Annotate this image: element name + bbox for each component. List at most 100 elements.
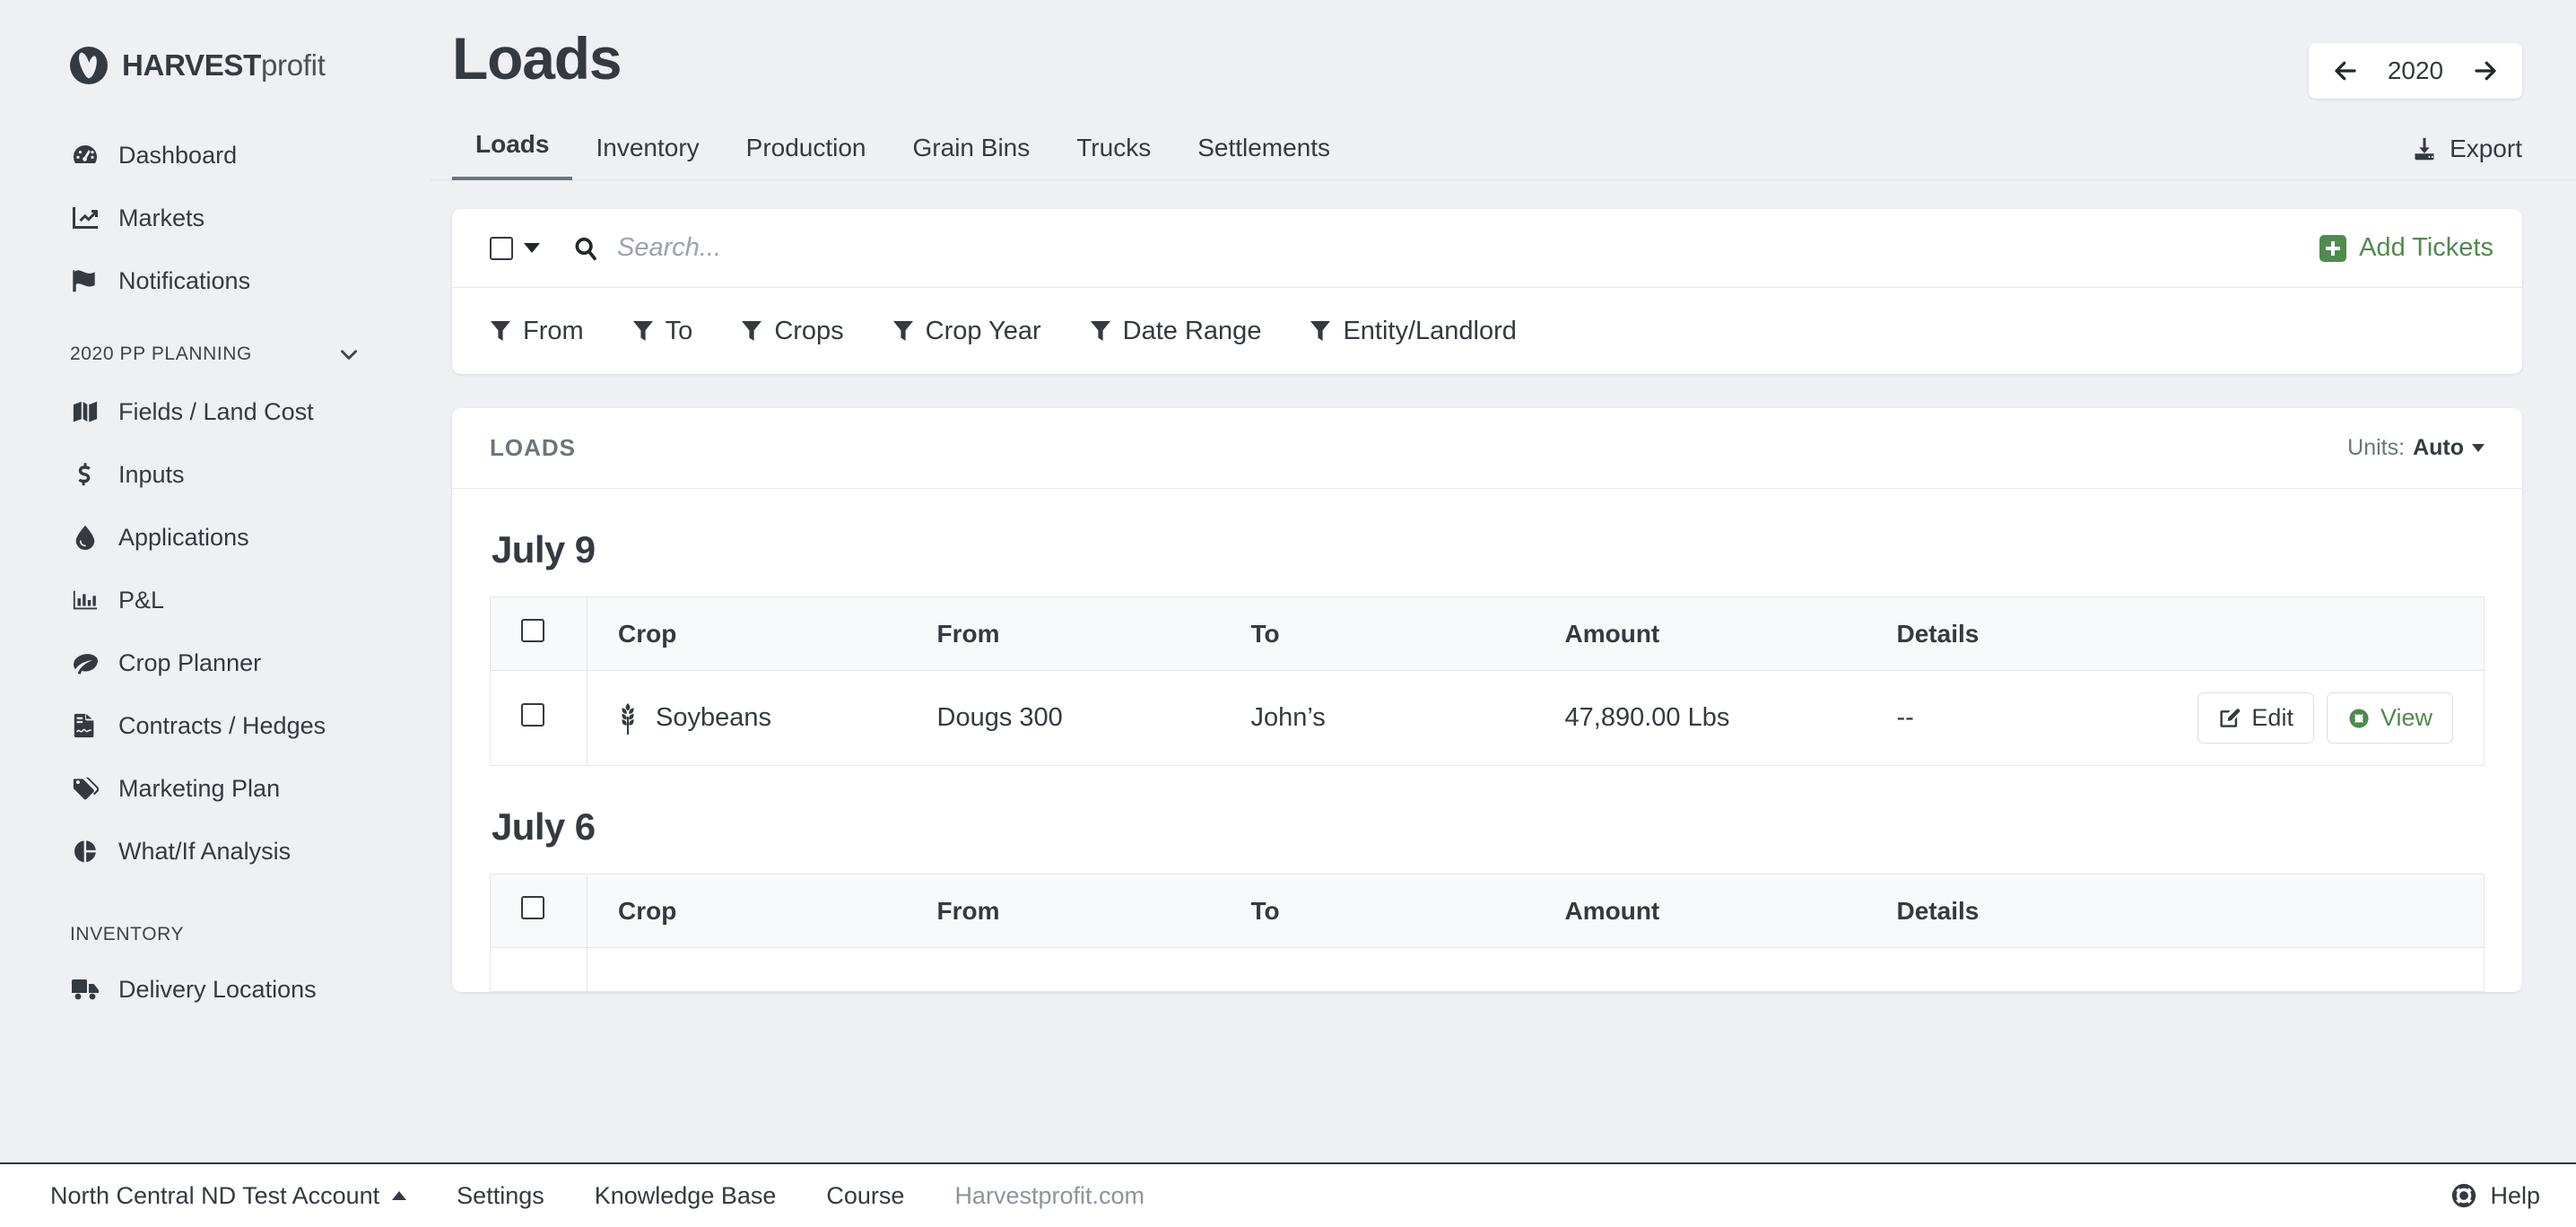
tab-grain-bins[interactable]: Grain Bins bbox=[890, 134, 1054, 180]
column-header-to: To bbox=[1251, 875, 1565, 948]
sidebar-item-label: P&L bbox=[118, 587, 164, 614]
filter-label: Crops bbox=[774, 317, 843, 346]
tab-loads[interactable]: Loads bbox=[452, 130, 572, 180]
loads-card: LOADS Units: Auto July 9 C bbox=[452, 408, 2522, 992]
column-header-amount: Amount bbox=[1565, 597, 1897, 671]
column-header-from: From bbox=[937, 597, 1251, 671]
pie-chart-icon bbox=[70, 836, 100, 866]
sidebar-item-fields-land-cost[interactable]: Fields / Land Cost bbox=[0, 380, 431, 443]
page-title: Loads bbox=[452, 25, 621, 93]
caret-down-icon bbox=[2472, 444, 2485, 452]
loads-table: Crop From To Amount Details bbox=[490, 874, 2485, 992]
select-all-dropdown[interactable] bbox=[490, 237, 540, 260]
checkbox-icon[interactable] bbox=[521, 619, 544, 642]
sidebar-item-pl[interactable]: P&L bbox=[0, 569, 431, 631]
arrow-right-icon[interactable] bbox=[2458, 44, 2513, 98]
filter-to[interactable]: To bbox=[632, 317, 693, 346]
sidebar-section-planning[interactable]: 2020 PP PLANNING bbox=[0, 312, 431, 380]
cell-amount bbox=[1565, 948, 1897, 992]
column-header-actions bbox=[2184, 875, 2485, 948]
footer-link-knowledge-base[interactable]: Knowledge Base bbox=[595, 1182, 777, 1210]
filter-icon bbox=[741, 319, 762, 343]
table-header-row: Crop From To Amount Details bbox=[491, 597, 2485, 671]
export-button[interactable]: Export bbox=[2412, 135, 2522, 179]
checkbox-icon[interactable] bbox=[521, 703, 544, 727]
sidebar-section-title: INVENTORY bbox=[70, 924, 184, 945]
droplet-icon bbox=[70, 522, 100, 553]
caret-down-icon bbox=[524, 243, 540, 253]
sidebar-item-crop-planner[interactable]: Crop Planner bbox=[0, 631, 431, 694]
day-group: July 6 Crop From To Amount Details bbox=[452, 766, 2522, 992]
account-switcher[interactable]: North Central ND Test Account bbox=[50, 1182, 406, 1210]
filter-label: To bbox=[666, 317, 693, 346]
table-row[interactable]: Soybeans Dougs 300 John’s 47,890.00 Lbs … bbox=[491, 671, 2485, 766]
column-header-amount: Amount bbox=[1565, 875, 1897, 948]
sidebar-item-applications[interactable]: Applications bbox=[0, 506, 431, 569]
filter-crops[interactable]: Crops bbox=[741, 317, 843, 346]
export-label: Export bbox=[2450, 135, 2522, 163]
checkbox-icon[interactable] bbox=[490, 237, 513, 260]
sidebar: HARVESTprofit Dashboard Markets N bbox=[0, 0, 431, 1227]
filter-icon bbox=[1310, 319, 1331, 343]
filter-crop-year[interactable]: Crop Year bbox=[892, 317, 1041, 346]
caret-up-icon bbox=[392, 1191, 406, 1200]
filter-date-range[interactable]: Date Range bbox=[1090, 317, 1262, 346]
crop-name: Soybeans bbox=[656, 703, 771, 733]
sidebar-item-dashboard[interactable]: Dashboard bbox=[0, 124, 431, 187]
edit-button[interactable]: Edit bbox=[2197, 692, 2314, 744]
plus-square-icon bbox=[2319, 235, 2346, 262]
table-header-row: Crop From To Amount Details bbox=[491, 875, 2485, 948]
view-label: View bbox=[2380, 704, 2432, 732]
search-icon bbox=[572, 235, 599, 262]
arrow-left-icon[interactable] bbox=[2318, 44, 2373, 98]
sidebar-item-label: Crop Planner bbox=[118, 649, 261, 677]
filter-row: From To Crops Crop Year Date Range bbox=[452, 288, 2522, 374]
tab-production[interactable]: Production bbox=[723, 134, 890, 180]
filter-label: From bbox=[523, 317, 584, 346]
sidebar-item-label: Dashboard bbox=[118, 142, 237, 170]
loads-panel-title: LOADS bbox=[490, 434, 576, 462]
add-tickets-button[interactable]: Add Tickets bbox=[2319, 233, 2493, 263]
view-button[interactable]: View bbox=[2327, 692, 2453, 744]
flag-icon bbox=[70, 265, 100, 296]
help-button[interactable]: Help bbox=[2450, 1182, 2540, 1210]
table-row[interactable] bbox=[491, 948, 2485, 992]
column-header-to: To bbox=[1251, 597, 1565, 671]
sidebar-item-notifications[interactable]: Notifications bbox=[0, 249, 431, 312]
brand-logo[interactable]: HARVESTprofit bbox=[0, 0, 431, 84]
sidebar-item-inputs[interactable]: Inputs bbox=[0, 443, 431, 506]
table-body: Soybeans Dougs 300 John’s 47,890.00 Lbs … bbox=[491, 671, 2485, 766]
sidebar-item-marketing-plan[interactable]: Marketing Plan bbox=[0, 757, 431, 820]
wheat-icon bbox=[618, 702, 638, 735]
sidebar-item-markets[interactable]: Markets bbox=[0, 187, 431, 249]
column-header-details: Details bbox=[1897, 597, 2184, 671]
tab-inventory[interactable]: Inventory bbox=[572, 134, 722, 180]
sidebar-item-delivery-locations[interactable]: Delivery Locations bbox=[0, 958, 431, 1021]
footer-link-settings[interactable]: Settings bbox=[457, 1182, 544, 1210]
life-ring-icon bbox=[2450, 1182, 2477, 1209]
footer-link-harvestprofit[interactable]: Harvestprofit.com bbox=[954, 1182, 1144, 1210]
dollar-icon bbox=[70, 459, 100, 490]
units-dropdown[interactable]: Units: Auto bbox=[2347, 435, 2485, 461]
search-row: Add Tickets bbox=[452, 209, 2522, 288]
map-icon bbox=[70, 396, 100, 427]
cell-amount: 47,890.00 Lbs bbox=[1565, 671, 1897, 766]
sidebar-item-contracts-hedges[interactable]: Contracts / Hedges bbox=[0, 694, 431, 757]
brand-name-bold: HARVEST bbox=[122, 48, 261, 82]
cell-details bbox=[1897, 948, 2184, 992]
filter-entity-landlord[interactable]: Entity/Landlord bbox=[1310, 317, 1516, 346]
brand-name-light: profit bbox=[261, 48, 326, 82]
row-select-cell bbox=[491, 671, 587, 766]
sidebar-top-nav: Dashboard Markets Notifications bbox=[0, 124, 431, 312]
filter-from[interactable]: From bbox=[490, 317, 584, 346]
tab-trucks[interactable]: Trucks bbox=[1053, 134, 1174, 180]
footer-bar: North Central ND Test Account Settings K… bbox=[0, 1162, 2576, 1227]
search-input[interactable] bbox=[617, 233, 2319, 263]
sidebar-item-what-if-analysis[interactable]: What/If Analysis bbox=[0, 820, 431, 883]
chart-line-icon bbox=[70, 203, 100, 233]
tab-settlements[interactable]: Settlements bbox=[1174, 134, 1353, 180]
footer-link-course[interactable]: Course bbox=[826, 1182, 904, 1210]
checkbox-icon[interactable] bbox=[521, 896, 544, 919]
filter-label: Crop Year bbox=[926, 317, 1041, 346]
file-signature-icon bbox=[70, 710, 100, 741]
